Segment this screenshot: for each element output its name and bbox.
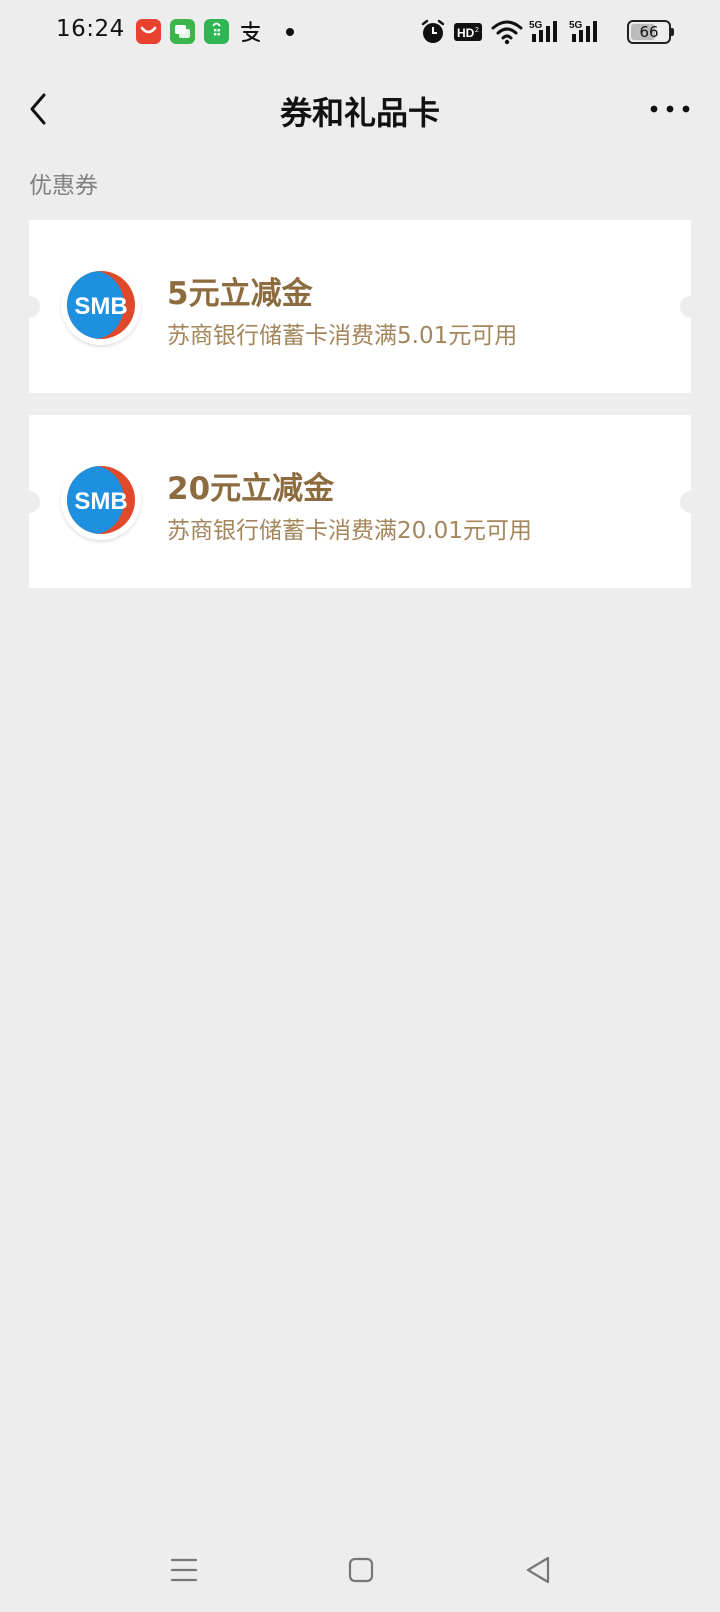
shopping-bag-green-app-icon — [204, 19, 229, 44]
menu-icon[interactable] — [164, 1550, 204, 1590]
coupon-card[interactable]: SMB 5元立减金 苏商银行储蓄卡消费满5.01元可用 — [18, 220, 702, 393]
coupon-notch — [680, 296, 702, 318]
home-icon[interactable] — [341, 1550, 381, 1590]
status-time: 16:24 — [56, 16, 125, 42]
svg-text:5G: 5G — [569, 20, 583, 31]
svg-text:5G: 5G — [529, 20, 543, 31]
coupon-title: 5元立减金 — [167, 276, 313, 312]
alipay-icon — [238, 19, 263, 44]
coupon-notch — [18, 296, 40, 318]
coupon-description: 苏商银行储蓄卡消费满20.01元可用 — [167, 518, 532, 544]
section-label-coupons: 优惠券 — [29, 173, 98, 199]
smb-bank-logo: SMB — [61, 265, 141, 345]
coupon-notch — [18, 491, 40, 513]
coupon-title: 20元立减金 — [167, 471, 335, 507]
page-title: 券和礼品卡 — [279, 94, 440, 132]
logo-text: SMB — [74, 488, 127, 515]
svg-text:2: 2 — [475, 27, 479, 34]
signal-5g-icon: 5G — [569, 20, 597, 42]
smb-bank-logo: SMB — [61, 460, 141, 540]
more-horizontal-icon — [650, 105, 690, 113]
screen: 16:24 HD 2 5G 5G 66 券和礼品卡 优惠券 SMB 5元立减金 … — [0, 0, 720, 1612]
coupon-notch — [680, 491, 702, 513]
svg-text:HD: HD — [457, 26, 475, 40]
alarm-icon — [421, 19, 445, 43]
logo-text: SMB — [74, 293, 127, 320]
nav-bar: 券和礼品卡 — [0, 66, 720, 152]
status-bar: 16:24 HD 2 5G 5G 66 — [0, 0, 720, 66]
system-navigation-bar — [0, 1540, 720, 1600]
wifi-icon — [491, 20, 523, 45]
chat-bubbles-app-icon — [170, 19, 195, 44]
battery-cap — [671, 28, 674, 36]
coupon-card[interactable]: SMB 20元立减金 苏商银行储蓄卡消费满20.01元可用 — [18, 415, 702, 588]
back-triangle-icon[interactable] — [518, 1550, 558, 1590]
hd-icon: HD 2 — [454, 23, 482, 41]
battery-percent: 66 — [639, 23, 659, 41]
signal-5g-icon: 5G — [529, 20, 557, 42]
more-options-button[interactable] — [648, 86, 692, 132]
battery-icon: 66 — [627, 20, 671, 44]
shopping-bag-app-icon — [136, 19, 161, 44]
more-notifications-dot — [286, 28, 294, 36]
coupon-description: 苏商银行储蓄卡消费满5.01元可用 — [167, 323, 518, 349]
